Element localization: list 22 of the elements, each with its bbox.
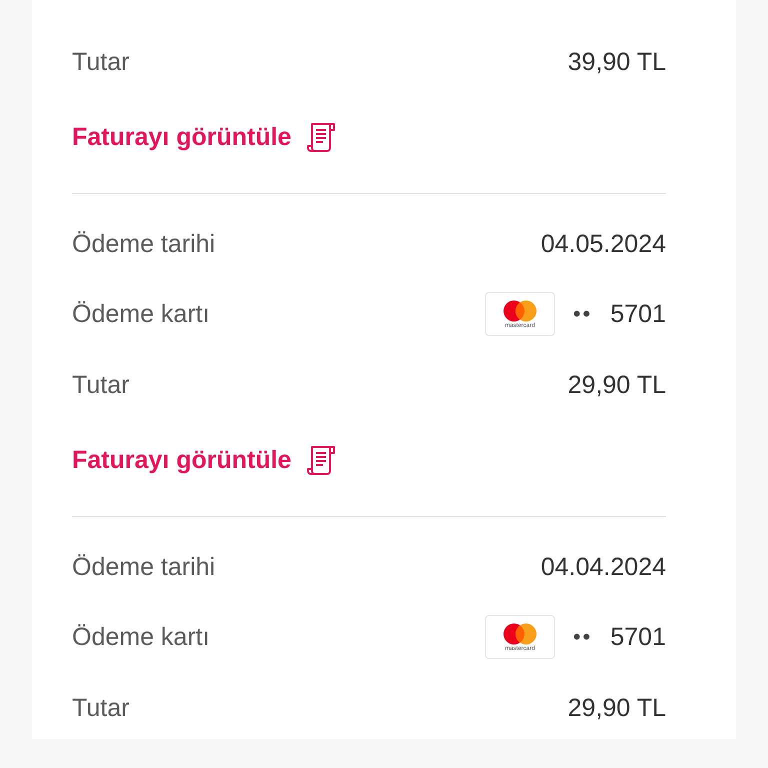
field-value: 04.05.2024 [540,230,666,258]
field-label: Ödeme tarihi [72,552,216,582]
field-value: 29,90 TL [568,694,666,722]
field-value: 5701 [610,622,666,652]
receipt-icon [307,121,338,153]
card-brand-icon [502,300,537,322]
field-value: 29,90 TL [568,370,666,400]
field-value: 04.04.2024 [540,552,666,582]
field-label: Tutar [72,48,130,76]
field-value: 39,90 TL [568,48,666,76]
receipt-icon [307,444,338,476]
field-label: Ödeme kartı [72,622,210,652]
card-mask: •• [572,624,592,650]
invoice-link[interactable]: Faturayı görüntüle [72,444,338,476]
field-label: Ödeme kartı [72,300,210,328]
field-label: Ödeme tarihi [72,230,216,258]
invoice-link[interactable]: Faturayı görüntüle [72,121,338,153]
field-label: Tutar [72,370,130,400]
field-label: Tutar [72,694,130,722]
card-mask: •• [572,301,592,327]
field-value: 5701 [610,300,666,328]
card-brand-icon [502,622,537,644]
